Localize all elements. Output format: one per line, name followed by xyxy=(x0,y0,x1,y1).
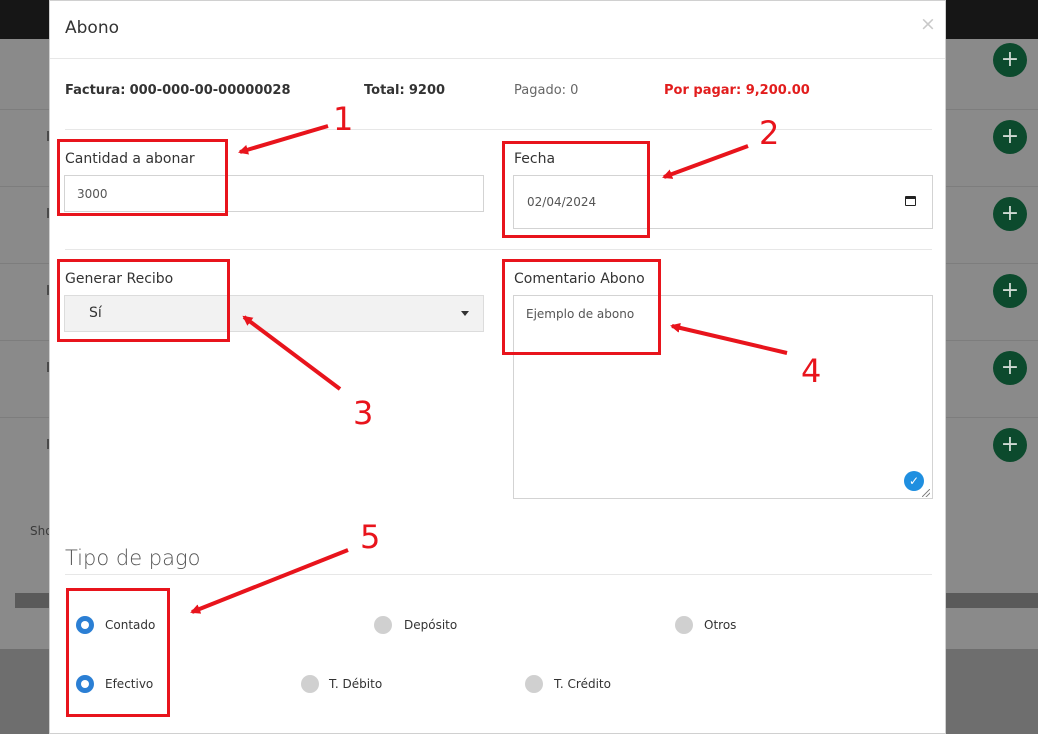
annotation-number-5: 5 xyxy=(360,518,381,556)
annotation-number-2: 2 xyxy=(759,114,780,152)
annotation-number-1: 1 xyxy=(333,100,354,138)
annotation-arrow-3 xyxy=(242,315,342,391)
annotation-arrow-5 xyxy=(190,548,349,614)
annotation-arrow-2 xyxy=(662,144,749,179)
annotation-arrow-4 xyxy=(670,322,788,355)
annotation-number-3: 3 xyxy=(353,394,374,432)
annotation-number-4: 4 xyxy=(801,352,822,390)
annotation-arrows xyxy=(190,124,788,614)
annotation-arrow-1 xyxy=(238,124,329,155)
